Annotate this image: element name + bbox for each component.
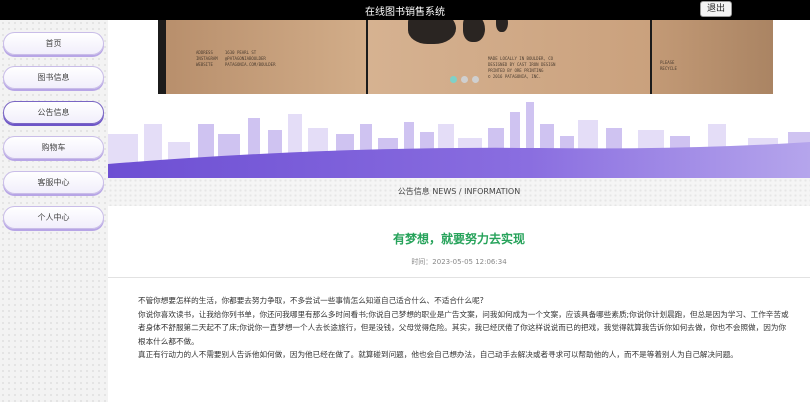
carousel-dot[interactable] [450, 76, 457, 83]
carousel-slide-image-right: PLEASE RECYCLE [652, 20, 773, 94]
ink-blot-shape [463, 20, 485, 42]
top-bar: 在线图书销售系统 退出 [0, 0, 810, 20]
section-header: 公告信息 NEWS / INFORMATION [108, 178, 810, 206]
sidebar-item-service[interactable]: 客服中心 [3, 171, 104, 194]
sidebar-item-profile[interactable]: 个人中心 [3, 206, 104, 229]
divider [108, 277, 810, 278]
article-title: 有梦想，就要努力去实现 [392, 232, 525, 246]
sidebar-item-home[interactable]: 首页 [3, 32, 104, 55]
ink-blot-shape [496, 20, 508, 32]
article-paragraph: 真正有行动力的人不需要别人告诉他如何做，因为他已经在做了。就算碰到问题，他也会自… [138, 350, 738, 360]
ink-blot-shape [408, 20, 456, 44]
article-body: 不管你想要怎样的生活，你都要去努力争取，不多尝试一些事情怎么知道自己适合什么、不… [138, 294, 792, 362]
slide-text-center: MADE LOCALLY IN BOULDER, CO DESIGNED BY … [488, 56, 556, 79]
article-paragraph: 不管你想要怎样的生活，你都要去努力争取，不多尝试一些事情怎么知道自己适合什么、不… [138, 296, 484, 305]
article-time: 时间：2023-05-05 12:06:34 [411, 258, 507, 266]
carousel-indicators [448, 74, 488, 84]
sidebar-item-cart[interactable]: 购物车 [3, 136, 104, 159]
carousel-dot[interactable] [472, 76, 479, 83]
slide-text-left: ADDRESS 1630 PEARL ST INSTAGRAM @PATAGON… [196, 50, 276, 67]
app-title: 在线图书销售系统 [365, 7, 445, 18]
sidebar-item-books[interactable]: 图书信息 [3, 66, 104, 89]
sidebar-item-announcements[interactable]: 公告信息 [3, 101, 104, 124]
logout-button[interactable]: 退出 [700, 1, 732, 17]
slide-text-right: PLEASE RECYCLE [660, 60, 677, 71]
article-paragraph: 你说你喜欢读书，让我给你列书单，你还问我哪里有那么多时间看书;你说自己梦想的职业… [138, 309, 789, 346]
skyline-illustration [108, 102, 810, 178]
carousel-slide-image-left: ADDRESS 1630 PEARL ST INSTAGRAM @PATAGON… [166, 20, 366, 94]
carousel-dot[interactable] [461, 76, 468, 83]
city-skyline-banner [108, 94, 810, 178]
sidebar: 首页 图书信息 公告信息 购物车 客服中心 个人中心 [0, 20, 108, 402]
carousel-slide-image-center: MADE LOCALLY IN BOULDER, CO DESIGNED BY … [368, 20, 650, 94]
